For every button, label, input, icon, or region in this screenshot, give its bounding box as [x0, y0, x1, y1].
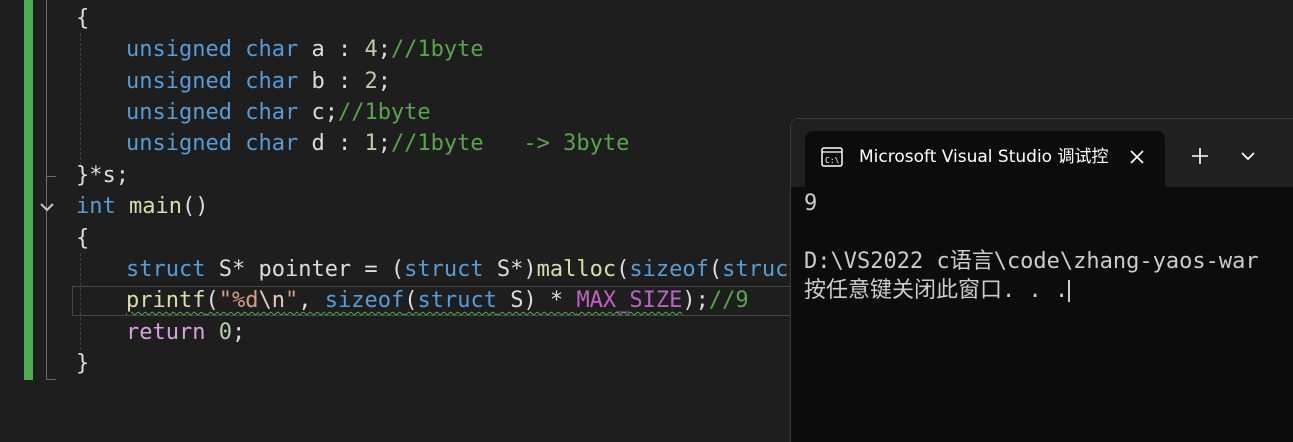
code-token: "	[284, 288, 299, 313]
code-line[interactable]: unsigned char a : 4;//1byte	[126, 34, 484, 65]
code-token: //9	[708, 288, 749, 313]
chevron-down-icon[interactable]	[1235, 143, 1261, 169]
code-token: 0	[218, 320, 232, 345]
code-line[interactable]: {	[76, 3, 89, 34]
code-token: ;	[231, 320, 246, 345]
code-token: }*s;	[76, 163, 129, 188]
code-token: (	[404, 288, 418, 313]
code-line[interactable]: printf("%d\n", sizeof(struct S) * MAX_SI…	[126, 285, 749, 316]
code-token: struct	[404, 257, 484, 282]
code-token: S) *	[496, 288, 577, 313]
code-token: unsigned	[126, 131, 232, 156]
console-line: 9	[804, 191, 818, 216]
code-token: ;	[377, 131, 391, 156]
code-token: {	[76, 226, 90, 251]
code-token: {	[76, 6, 90, 31]
code-token: unsigned	[126, 100, 232, 125]
code-line[interactable]: }*s;	[76, 160, 129, 191]
code-token: S* pointer = (	[205, 257, 405, 282]
debug-console-window[interactable]: C:\ Microsoft Visual Studio 调试控 9 D:\VS2…	[790, 118, 1293, 442]
code-token: char	[245, 100, 299, 125]
code-token: char	[245, 37, 299, 62]
console-prompt-text: 按任意键关闭此窗口. . .	[804, 278, 1069, 303]
code-editor[interactable]: {unsigned char a : 4;//1byte unsigned cha…	[0, 0, 1293, 442]
console-output[interactable]: 9 D:\VS2022 c语言\code\zhang-yaos-war 按任意键…	[791, 187, 1293, 442]
console-prompt-line: 按任意键关闭此窗口. . .	[804, 276, 1071, 306]
code-line[interactable]: {	[76, 223, 89, 254]
code-token: b :	[298, 69, 365, 94]
code-token: (	[616, 257, 630, 282]
code-token: 4	[364, 37, 378, 62]
code-token: MAX_SIZE	[576, 288, 683, 313]
code-line[interactable]: unsigned char b : 2;	[126, 66, 391, 97]
chevron-down-icon[interactable]	[36, 196, 58, 218]
code-token: 2	[364, 69, 378, 94]
code-token: (	[708, 257, 723, 282]
outline-fold-line	[46, 0, 47, 380]
code-token: );	[682, 288, 709, 313]
terminal-tab[interactable]: C:\ Microsoft Visual Studio 调试控	[805, 131, 1165, 187]
console-line: D:\VS2022 c语言\code\zhang-yaos-war	[804, 249, 1259, 274]
code-token: //1byte	[337, 100, 431, 125]
code-token: 1	[364, 131, 378, 156]
code-line[interactable]: unsigned char c;//1byte	[126, 97, 431, 128]
svg-text:C:\: C:\	[825, 156, 840, 165]
code-token: printf	[126, 288, 206, 313]
code-token: ,	[298, 288, 325, 313]
code-token: }	[76, 351, 90, 376]
close-icon[interactable]	[1123, 143, 1151, 171]
code-token: d :	[298, 131, 365, 156]
code-token: //1byte	[390, 37, 484, 62]
code-token: malloc	[536, 257, 617, 282]
code-token: sizeof	[629, 257, 709, 282]
text-cursor	[1068, 280, 1071, 302]
code-token: return	[126, 320, 206, 345]
code-token: sizeof	[324, 288, 405, 313]
terminal-titlebar[interactable]: C:\ Microsoft Visual Studio 调试控	[791, 119, 1293, 187]
code-line[interactable]: unsigned char d : 1;//1byte -> 3byte	[126, 128, 629, 159]
code-token: S*)	[483, 257, 537, 282]
code-token: c;	[298, 100, 338, 125]
code-token: ;	[377, 69, 391, 94]
plus-icon[interactable]	[1187, 143, 1213, 169]
code-token: struct	[126, 257, 206, 282]
code-line[interactable]: return 0;	[126, 317, 245, 348]
code-token: //1byte -> 3byte	[390, 131, 630, 156]
code-token: \n	[258, 288, 285, 313]
indent-guide	[80, 33, 81, 165]
outline-fold-end	[46, 379, 56, 380]
code-token: unsigned	[126, 69, 232, 94]
code-line[interactable]: int main()	[76, 191, 208, 222]
terminal-tab-title: Microsoft Visual Studio 调试控	[859, 147, 1109, 167]
code-token: "%d	[218, 288, 259, 313]
code-line[interactable]: }	[76, 348, 89, 379]
code-line[interactable]: struct S* pointer = (struct S*)malloc(si…	[126, 254, 828, 285]
code-token: int	[76, 194, 116, 219]
code-token: ()	[181, 194, 209, 219]
code-token: char	[245, 131, 299, 156]
code-token: ;	[377, 37, 391, 62]
code-token: unsigned	[126, 37, 232, 62]
code-token: struct	[417, 288, 497, 313]
code-token: main	[129, 194, 182, 219]
code-token: a :	[298, 37, 365, 62]
outline-fold-end	[46, 176, 56, 177]
code-token: (	[205, 288, 219, 313]
code-token: char	[245, 69, 299, 94]
change-tracking-bar	[24, 0, 33, 380]
console-icon: C:\	[821, 147, 843, 167]
